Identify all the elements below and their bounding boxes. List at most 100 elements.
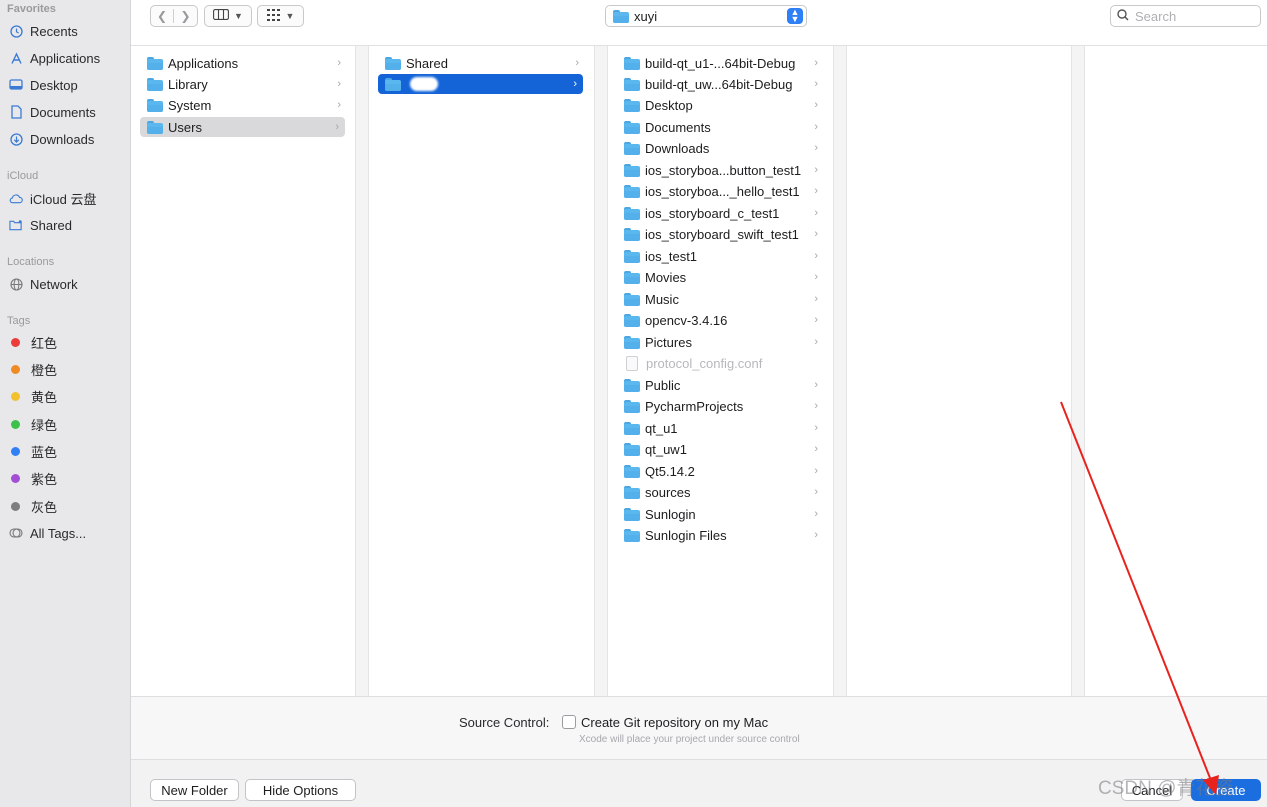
- sidebar-tag-gray[interactable]: 灰色: [9, 495, 57, 517]
- sidebar-item-network[interactable]: Network: [9, 273, 78, 295]
- list-item[interactable]: opencv-3.4.16 ›: [617, 310, 824, 330]
- sidebar-item-label: 黄色: [31, 389, 58, 405]
- sidebar-tag-green[interactable]: 绿色: [9, 413, 57, 435]
- document-icon: [9, 105, 23, 119]
- chevron-right-icon: ›: [814, 207, 818, 219]
- list-item[interactable]: Library ›: [140, 74, 347, 94]
- folder-icon: [624, 77, 640, 91]
- search-icon: [1117, 8, 1129, 24]
- item-label: Downloads: [645, 140, 710, 156]
- list-item[interactable]: PycharmProjects ›: [617, 396, 824, 416]
- column-divider[interactable]: [595, 46, 608, 696]
- list-item[interactable]: Pictures ›: [617, 332, 824, 352]
- sidebar-tag-orange[interactable]: 橙色: [9, 358, 57, 380]
- chevron-right-icon: ›: [814, 422, 818, 434]
- file-item[interactable]: protocol_config.conf: [617, 353, 824, 373]
- list-item[interactable]: Qt5.14.2 ›: [617, 461, 824, 481]
- column-divider[interactable]: [1072, 46, 1085, 696]
- chevron-right-icon: ›: [814, 185, 818, 197]
- tag-dot-icon: [11, 446, 20, 456]
- list-item[interactable]: qt_u1 ›: [617, 418, 824, 438]
- source-control-label: Source Control:: [459, 715, 550, 730]
- tag-dot-icon: [11, 419, 20, 429]
- item-label: build-qt_u1-...64bit-Debug: [645, 55, 796, 71]
- list-item[interactable]: Sunlogin Files ›: [617, 525, 824, 545]
- list-item[interactable]: ios_storyboard_swift_test1 ›: [617, 224, 824, 244]
- sidebar-item-applications[interactable]: Applications: [9, 47, 100, 69]
- chevron-right-icon: ›: [814, 465, 818, 477]
- list-item[interactable]: Applications ›: [140, 53, 347, 73]
- list-item[interactable]: ios_test1 ›: [617, 246, 824, 266]
- list-item[interactable]: qt_uw1 ›: [617, 439, 824, 459]
- group-by-button[interactable]: ▼: [257, 5, 304, 27]
- folder-icon: [147, 98, 163, 112]
- sidebar-tag-blue[interactable]: 蓝色: [9, 440, 57, 462]
- chevron-right-icon: ›: [814, 99, 818, 111]
- back-button[interactable]: ❮: [151, 9, 174, 23]
- folder-icon: [624, 399, 640, 413]
- chevron-right-icon: ›: [575, 57, 579, 69]
- sidebar-item-icloud-drive[interactable]: iCloud 云盘: [9, 187, 96, 209]
- forward-button[interactable]: ❯: [174, 9, 197, 23]
- chevron-down-icon: ▼: [285, 11, 295, 21]
- column-divider[interactable]: [356, 46, 369, 696]
- sidebar-item-downloads[interactable]: Downloads: [9, 128, 94, 150]
- sidebar-tag-red[interactable]: 红色: [9, 331, 57, 353]
- list-item[interactable]: Shared ›: [378, 53, 585, 73]
- list-item[interactable]: sources ›: [617, 482, 824, 502]
- list-item[interactable]: ios_storyboard_c_test1 ›: [617, 203, 824, 223]
- list-item[interactable]: ios_storyboa...button_test1 ›: [617, 160, 824, 180]
- search-field[interactable]: [1110, 5, 1261, 27]
- chevron-right-icon: ›: [814, 379, 818, 391]
- view-mode-button[interactable]: ▼: [204, 5, 252, 27]
- list-item[interactable]: Public ›: [617, 375, 824, 395]
- list-item[interactable]: Movies ›: [617, 267, 824, 287]
- chevron-right-icon: ›: [814, 271, 818, 283]
- item-label: Public: [645, 377, 681, 393]
- sidebar-item-recents[interactable]: Recents: [9, 20, 78, 42]
- clock-icon: [9, 24, 23, 38]
- options-panel: Source Control: Create Git repository on…: [131, 696, 1267, 760]
- sidebar-tag-purple[interactable]: 紫色: [9, 467, 57, 489]
- sidebar-section-favorites: Favorites: [7, 3, 56, 15]
- folder-icon: [624, 507, 640, 521]
- bottom-bar: New Folder Hide Options Cancel Create CS…: [131, 760, 1267, 807]
- sidebar-item-shared[interactable]: Shared: [9, 214, 72, 236]
- hide-options-button[interactable]: Hide Options: [245, 779, 356, 801]
- list-item[interactable]: Music ›: [617, 289, 824, 309]
- list-item-selected[interactable]: ›: [378, 74, 583, 94]
- tag-dot-icon: [11, 364, 20, 374]
- chevron-right-icon: ›: [337, 78, 341, 90]
- home-folder-icon: [613, 9, 629, 23]
- item-label: Desktop: [645, 97, 693, 113]
- folder-icon: [624, 249, 640, 263]
- list-item[interactable]: Documents ›: [617, 117, 824, 137]
- column-divider[interactable]: [834, 46, 847, 696]
- list-item[interactable]: build-qt_u1-...64bit-Debug ›: [617, 53, 824, 73]
- sidebar-all-tags[interactable]: All Tags...: [9, 522, 86, 544]
- list-item[interactable]: build-qt_uw...64bit-Debug ›: [617, 74, 824, 94]
- sidebar-item-label: Downloads: [30, 131, 95, 147]
- search-input[interactable]: [1135, 8, 1255, 24]
- list-item-selected[interactable]: Users ›: [140, 117, 345, 137]
- list-item[interactable]: Desktop ›: [617, 95, 824, 115]
- list-item[interactable]: System ›: [140, 95, 347, 115]
- create-git-label[interactable]: Create Git repository on my Mac: [581, 715, 768, 730]
- create-git-checkbox[interactable]: [562, 715, 576, 729]
- folder-icon: [624, 141, 640, 155]
- item-label: ios_storyboa...button_test1: [645, 162, 802, 178]
- chevron-right-icon: ›: [337, 57, 341, 69]
- folder-icon: [147, 77, 163, 91]
- path-popup[interactable]: xuyi ▲ ▼: [605, 5, 807, 27]
- item-label: ios_storyboard_swift_test1: [645, 226, 799, 242]
- download-icon: [9, 132, 23, 146]
- sidebar-item-desktop[interactable]: Desktop: [9, 74, 78, 96]
- list-item[interactable]: ios_storyboa..._hello_test1 ›: [617, 181, 824, 201]
- list-item[interactable]: Downloads ›: [617, 138, 824, 158]
- list-item[interactable]: Sunlogin ›: [617, 504, 824, 524]
- sidebar-tag-yellow[interactable]: 黄色: [9, 385, 57, 407]
- new-folder-button[interactable]: New Folder: [150, 779, 239, 801]
- item-label: Users: [168, 119, 202, 135]
- sidebar-item-label: Shared: [30, 217, 72, 233]
- sidebar-item-documents[interactable]: Documents: [9, 101, 96, 123]
